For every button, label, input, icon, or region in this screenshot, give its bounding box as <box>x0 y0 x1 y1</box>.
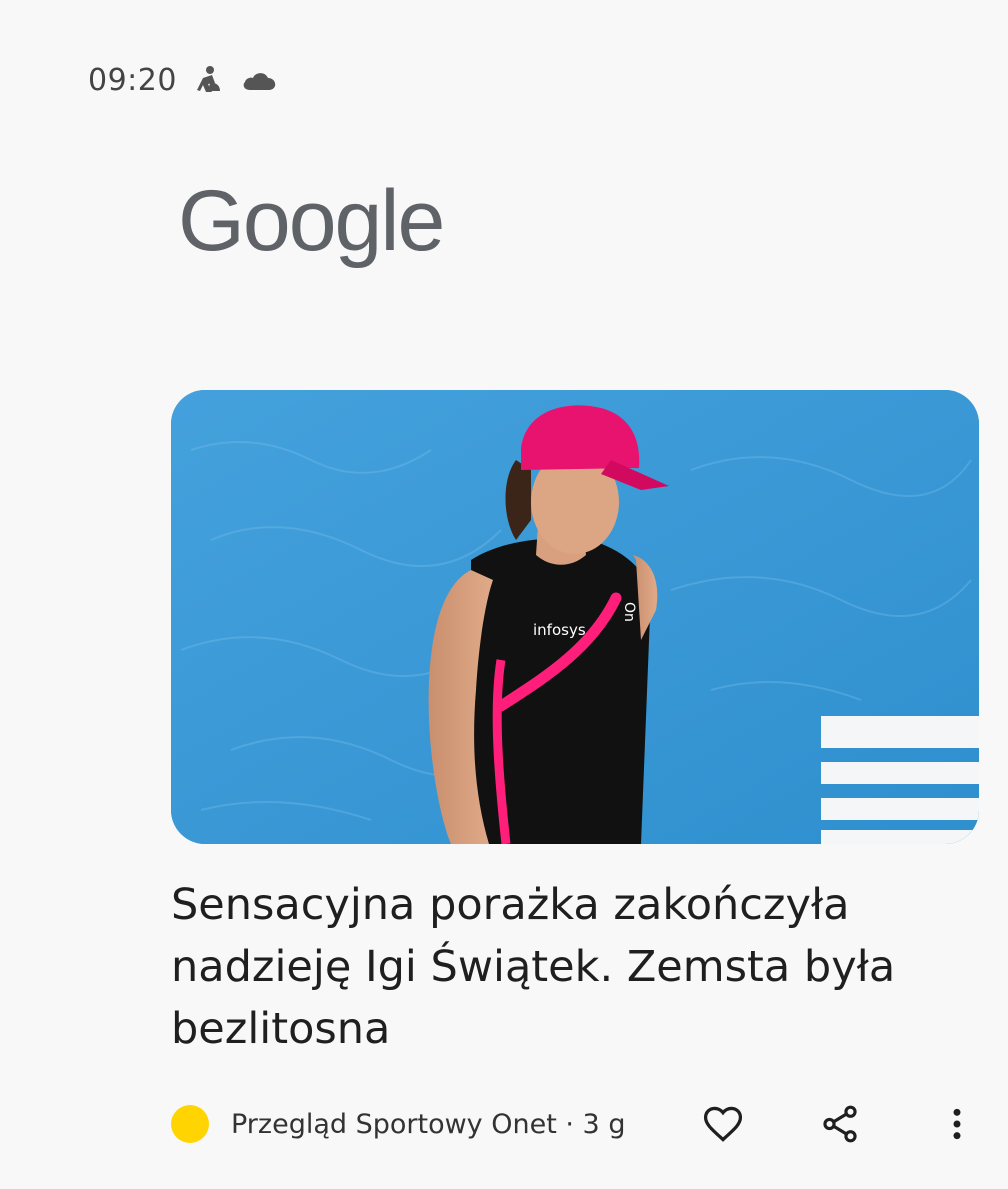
jersey-sponsor-text: infosys <box>533 621 586 639</box>
jersey-brand-text: On <box>621 602 637 622</box>
figure-icon <box>191 62 227 98</box>
article-headline[interactable]: Sensacyjna porażka zakończyła nadzieję I… <box>171 874 961 1060</box>
share-icon <box>823 1105 857 1143</box>
cloud-icon <box>241 62 277 98</box>
share-button[interactable] <box>814 1098 866 1150</box>
news-feed-screen: 09:20 Google infosys On Sensacyjna poraż… <box>0 0 1008 1189</box>
more-options-button[interactable] <box>931 1098 983 1150</box>
status-bar: 09:20 <box>88 58 277 102</box>
source-and-time: Przegląd Sportowy Onet · 3 g <box>231 1108 626 1140</box>
heart-icon <box>703 1106 743 1142</box>
article-meta-row: Przegląd Sportowy Onet · 3 g <box>171 1098 979 1150</box>
more-vert-icon <box>953 1108 961 1140</box>
google-logo: Google <box>178 173 445 269</box>
like-button[interactable] <box>697 1098 749 1150</box>
status-time: 09:20 <box>88 62 177 98</box>
article-image[interactable]: infosys On <box>171 390 979 844</box>
source-logo <box>171 1105 209 1143</box>
